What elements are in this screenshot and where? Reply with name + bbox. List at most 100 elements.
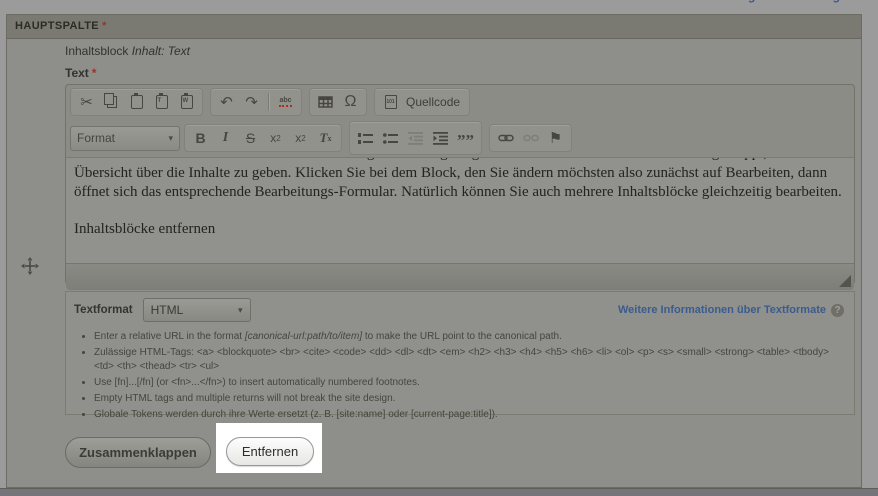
resize-grip-icon[interactable] <box>839 275 851 287</box>
bulleted-list-icon[interactable] <box>378 126 403 150</box>
tip-item: Zulässige HTML-Tags: <a> <blockquote> <b… <box>94 346 842 374</box>
italic-icon[interactable]: I <box>213 126 238 150</box>
editor-paragraph: Übersicht über die Inhalte zu geben. Kli… <box>74 164 846 202</box>
ol-icon <box>358 132 373 145</box>
tip-text: Empty HTML tags and multiple returns wil… <box>94 393 395 404</box>
undo-glyph: ↶ <box>220 95 233 110</box>
clipped-text-line: Alle Inhaltsblöcke dieser Seite werden i… <box>74 158 846 163</box>
table-icon[interactable] <box>313 90 338 114</box>
subtitle-prefix: Inhaltsblock <box>65 44 128 58</box>
link-icon[interactable] <box>493 126 518 150</box>
outdent-icon[interactable] <box>403 126 428 150</box>
toolbar-group-basicstyles: B I S x2 x2 Tx <box>184 124 342 152</box>
toolbar-separator <box>268 93 269 111</box>
subscript-icon[interactable]: x2 <box>263 126 288 150</box>
format-tips-list: Enter a relative URL in the format [cano… <box>66 330 854 422</box>
copy-icon[interactable] <box>99 90 124 114</box>
show-row-weights-link[interactable]: Zeilengewichte anzeigen <box>713 0 854 3</box>
drag-handle-icon[interactable] <box>21 257 39 275</box>
source-button-label[interactable]: Quellcode <box>406 95 460 109</box>
paste-word-icon[interactable]: W <box>174 90 199 114</box>
page-bottom-edge <box>0 488 878 496</box>
textformat-value: HTML <box>151 303 184 317</box>
spellcheck-glyph: abc <box>279 97 291 107</box>
format-dropdown[interactable]: Format ▾ <box>70 126 180 151</box>
source-icon[interactable]: 101 <box>378 90 403 114</box>
move-cross-icon <box>21 257 39 275</box>
clipboard-shape <box>131 95 143 109</box>
rmf-mark: x <box>327 134 331 143</box>
rmf-base: T <box>320 130 328 146</box>
unlink-icon[interactable] <box>518 126 543 150</box>
paste-icon[interactable] <box>124 90 149 114</box>
anchor-icon[interactable]: ⚑ <box>543 126 568 150</box>
toolbar-row-2: Format ▾ B I S x2 x2 Tx <box>66 118 854 157</box>
toolbar-row-1: ✂ T W ↶ ↷ abc <box>66 85 854 118</box>
editor-content-area[interactable]: Alle Inhaltsblöcke dieser Seite werden i… <box>66 157 854 263</box>
screenshot-root: Zeilengewichte anzeigen HAUPTSPALTE* Inh… <box>0 0 878 496</box>
paste-word-glyph: W <box>183 98 189 104</box>
collapse-button[interactable]: Zusammenklappen <box>65 437 211 468</box>
bold-icon[interactable]: B <box>188 126 213 150</box>
tip-item: Globale Tokens werden durch ihre Werte e… <box>94 408 842 422</box>
broken-chain-shape <box>523 133 539 143</box>
help-question-icon[interactable]: ? <box>831 304 844 317</box>
tip-item: Use [fn]...[/fn] (or <fn>...</fn>) to in… <box>94 376 842 390</box>
tip-text: Zulässige HTML-Tags: <a> <blockquote> <b… <box>94 347 829 372</box>
tip-text: Enter a relative URL in the format <box>94 331 245 342</box>
fieldset-legend-text: HAUPTSPALTE <box>15 20 99 32</box>
table-grid-icon <box>318 96 333 108</box>
editor-bottom-bar <box>66 263 854 290</box>
textformat-info-link[interactable]: Weitere Informationen über Textformate <box>618 304 826 316</box>
tip-item: Enter a relative URL in the format [cano… <box>94 330 842 344</box>
strikethrough-icon[interactable]: S <box>238 126 263 150</box>
indent-shape <box>433 132 448 145</box>
format-dropdown-value: Format <box>77 131 115 145</box>
redo-icon[interactable]: ↷ <box>239 90 264 114</box>
toolbar-group-source: 101 Quellcode <box>374 88 470 116</box>
chain-shape <box>498 133 514 143</box>
indent-icon[interactable] <box>428 126 453 150</box>
toolbar-group-links: ⚑ <box>489 124 572 152</box>
cut-icon[interactable]: ✂ <box>74 90 99 114</box>
clipboard-shape: W <box>181 95 193 109</box>
fieldset-legend[interactable]: HAUPTSPALTE* <box>7 15 861 39</box>
remove-format-icon[interactable]: Tx <box>313 126 338 150</box>
blockquote-icon[interactable]: ”” <box>453 123 478 153</box>
text-format-row: Textformat HTML ▾ Weitere Informationen … <box>66 292 854 324</box>
tip-text: Globale Tokens werden durch ihre Werte e… <box>94 409 498 420</box>
ul-icon <box>383 132 398 145</box>
sup-mark: 2 <box>301 134 305 143</box>
cut-glyph: ✂ <box>80 95 93 110</box>
undo-icon[interactable]: ↶ <box>214 90 239 114</box>
clipboard-shape: T <box>156 95 168 109</box>
toolbar-group-insert: Ω <box>309 88 367 116</box>
subtitle-type: Inhalt: Text <box>132 44 190 58</box>
source-glyph: 101 <box>386 100 394 105</box>
copy-shape <box>107 96 117 108</box>
textformat-select[interactable]: HTML ▾ <box>143 298 251 322</box>
text-format-wrapper: Textformat HTML ▾ Weitere Informationen … <box>65 291 855 415</box>
flag-glyph: ⚑ <box>549 131 562 146</box>
sub-mark: 2 <box>276 134 280 143</box>
tip-text: to make the URL point to the canonical p… <box>362 331 562 342</box>
paste-text-glyph: T <box>158 98 162 104</box>
numbered-list-icon[interactable] <box>353 126 378 150</box>
special-char-icon[interactable]: Ω <box>338 90 363 114</box>
toolbar-group-undo: ↶ ↷ abc <box>210 88 302 116</box>
required-asterisk: * <box>92 66 97 80</box>
paste-text-icon[interactable]: T <box>149 90 174 114</box>
text-field-label: Text* <box>65 66 96 80</box>
spellcheck-icon[interactable]: abc <box>273 90 298 114</box>
chevron-down-icon: ▾ <box>238 305 243 316</box>
remove-button[interactable]: Entfernen <box>226 437 314 466</box>
toolbar-group-clipboard: ✂ T W <box>70 88 203 116</box>
redo-glyph: ↷ <box>245 95 258 110</box>
wysiwyg-editor: ✂ T W ↶ ↷ abc <box>65 84 855 285</box>
outdent-shape <box>408 132 423 145</box>
tip-text: Use [fn]...[/fn] (or <fn>...</fn>) to in… <box>94 377 420 388</box>
superscript-icon[interactable]: x2 <box>288 126 313 150</box>
content-block-subtitle: Inhaltsblock Inhalt: Text <box>65 44 190 58</box>
source-doc-shape: 101 <box>385 95 397 109</box>
toolbar-group-lists: ”” <box>349 121 482 155</box>
